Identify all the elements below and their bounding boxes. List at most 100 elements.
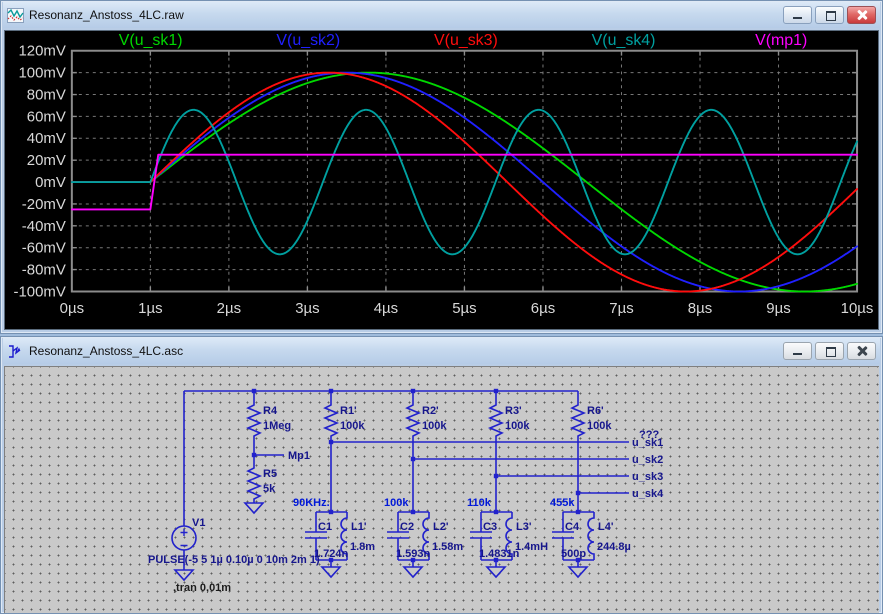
spice-directive-tran[interactable]: ,tran 0,01m [173, 582, 231, 594]
y-axis-label: -20mV [22, 197, 66, 213]
net-label-mp1[interactable]: Mp1 [288, 450, 310, 462]
voltage-source-V1[interactable] [172, 526, 196, 550]
close-button[interactable] [847, 342, 876, 360]
waveform-window: Resonanz_Anstoss_4LC.raw 120mV100mV80mV6… [0, 0, 883, 334]
y-axis-label: 0mV [35, 175, 66, 191]
schematic-drawing: R4 1Meg R1' 100k R2' 100k R3' 100k R6' 1… [5, 367, 879, 605]
close-icon [857, 346, 867, 356]
y-axis-label: -80mV [22, 263, 66, 279]
legend-V(u_sk1)[interactable]: V(u_sk1) [119, 32, 183, 49]
net-label-u_sk4[interactable]: u_sk4 [632, 488, 664, 500]
x-axis-label: 8µs [688, 301, 712, 317]
x-axis-label: 7µs [609, 301, 633, 317]
label-L2p[interactable]: L2' [433, 521, 449, 533]
ground-symbol [404, 567, 422, 577]
value-R2p[interactable]: 100k [422, 420, 447, 432]
ground-symbol [487, 567, 505, 577]
y-axis-label: -60mV [22, 241, 66, 257]
comment-freq-3[interactable]: 110k [467, 497, 492, 509]
y-axis-label: 40mV [27, 131, 66, 147]
raw-file-icon [7, 8, 24, 23]
legend-V(u_sk2)[interactable]: V(u_sk2) [276, 32, 340, 49]
x-axis-label: 3µs [295, 301, 319, 317]
label-C4[interactable]: C4 [565, 521, 580, 533]
net-label-u_sk2[interactable]: u_sk2 [632, 454, 663, 466]
minimize-icon [793, 17, 802, 19]
resistor-R1p[interactable] [325, 400, 337, 438]
net-label-unknown[interactable]: ??? [639, 429, 659, 441]
x-axis-label: 10µs [841, 301, 874, 317]
waveform-plot-area[interactable]: 120mV100mV80mV60mV40mV20mV0mV-20mV-40mV-… [4, 30, 879, 330]
resistor-R6p[interactable] [572, 400, 584, 438]
x-axis-label: 5µs [452, 301, 476, 317]
ground-symbol [175, 570, 193, 580]
label-L3p[interactable]: L3' [516, 521, 532, 533]
close-icon [857, 10, 867, 20]
y-axis-label: 80mV [27, 88, 66, 104]
label-R2p[interactable]: R2' [422, 405, 439, 417]
x-axis-label: 0µs [60, 301, 84, 317]
legend-V(u_sk4)[interactable]: V(u_sk4) [592, 32, 656, 49]
resistor-R2p[interactable] [407, 400, 419, 438]
minimize-button[interactable] [783, 342, 812, 360]
value-L4p[interactable]: 244.8µ [597, 541, 631, 553]
label-R1p[interactable]: R1' [340, 405, 357, 417]
restore-button[interactable] [815, 342, 844, 360]
value-L3p[interactable]: 1.4mH [515, 541, 548, 553]
net-label-u_sk3[interactable]: u_sk3 [632, 471, 663, 483]
y-axis-label: 20mV [27, 153, 66, 169]
comment-freq-2[interactable]: 100k [384, 497, 409, 509]
schematic-window-title: Resonanz_Anstoss_4LC.asc [29, 344, 778, 358]
label-C2[interactable]: C2 [400, 521, 414, 533]
ground-symbol [245, 503, 263, 513]
waveform-chart: 120mV100mV80mV60mV40mV20mV0mV-20mV-40mV-… [5, 31, 878, 329]
value-V1-pulse[interactable]: PULSE(-5 5 1µ 0.10µ 0 10m 2m 1) [148, 554, 320, 566]
value-C2[interactable]: 1.593n [396, 548, 431, 560]
y-axis-label: -100mV [13, 285, 65, 301]
waveform-window-title: Resonanz_Anstoss_4LC.raw [29, 8, 778, 22]
schematic-window: Resonanz_Anstoss_4LC.asc [0, 336, 883, 614]
value-C4[interactable]: 500p [561, 548, 586, 560]
legend-V(mp1)[interactable]: V(mp1) [755, 32, 807, 49]
legend-V(u_sk3)[interactable]: V(u_sk3) [434, 32, 498, 49]
label-R5[interactable]: R5 [263, 468, 277, 480]
grid-lines [72, 51, 857, 292]
schematic-canvas[interactable]: R4 1Meg R1' 100k R2' 100k R3' 100k R6' 1… [4, 366, 879, 613]
x-axis-label: 6µs [531, 301, 555, 317]
resistor-R3p[interactable] [490, 400, 502, 438]
minimize-button[interactable] [783, 6, 812, 24]
label-R3p[interactable]: R3' [505, 405, 522, 417]
value-C3[interactable]: 1.4831n [479, 548, 520, 560]
value-L1p[interactable]: 1.8m [350, 541, 375, 553]
inductor-L4p[interactable] [588, 512, 594, 560]
resistor-R5[interactable] [248, 463, 260, 501]
resistor-R4[interactable] [248, 400, 260, 438]
label-L4p[interactable]: L4' [598, 521, 614, 533]
label-V1[interactable]: V1 [192, 517, 205, 529]
restore-icon [826, 11, 836, 21]
value-R1p[interactable]: 100k [340, 420, 365, 432]
y-axis-label: 120mV [18, 44, 65, 60]
close-button[interactable] [847, 6, 876, 24]
label-C1[interactable]: C1 [318, 521, 332, 533]
y-axis-label: 60mV [27, 109, 66, 125]
label-C3[interactable]: C3 [483, 521, 497, 533]
y-axis-label: -40mV [22, 219, 66, 235]
value-R5[interactable]: 5k [263, 483, 276, 495]
restore-button[interactable] [815, 6, 844, 24]
comment-freq-4[interactable]: 455k [550, 497, 575, 509]
label-L1p[interactable]: L1' [351, 521, 367, 533]
value-R6p[interactable]: 100k [587, 420, 612, 432]
restore-icon [826, 347, 836, 357]
schematic-titlebar[interactable]: Resonanz_Anstoss_4LC.asc [3, 338, 880, 364]
waveform-titlebar[interactable]: Resonanz_Anstoss_4LC.raw [3, 2, 880, 28]
label-R4[interactable]: R4 [263, 405, 278, 417]
comment-freq-1[interactable]: 90KHz. [293, 497, 330, 509]
label-R6p[interactable]: R6' [587, 405, 604, 417]
ground-symbol [322, 567, 340, 577]
value-R3p[interactable]: 100k [505, 420, 530, 432]
minimize-icon [793, 353, 802, 355]
value-L2p[interactable]: 1.58m [432, 541, 463, 553]
x-axis-label: 2µs [217, 301, 241, 317]
value-R4[interactable]: 1Meg [263, 420, 291, 432]
